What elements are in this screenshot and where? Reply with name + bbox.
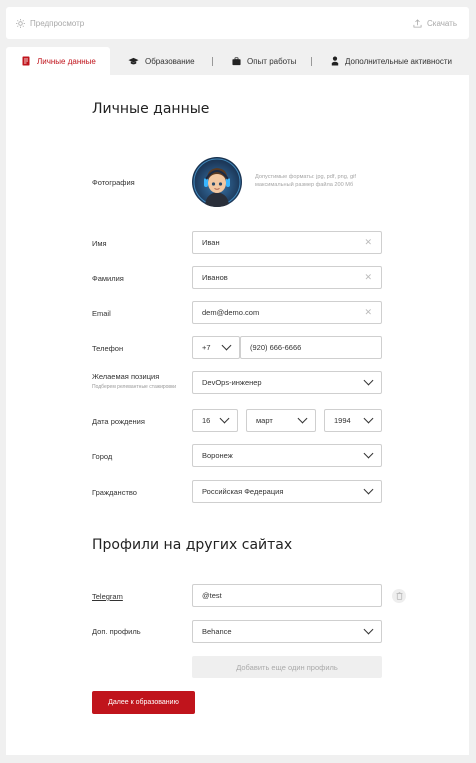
citizenship-select[interactable]: Российская Федерация	[192, 480, 382, 503]
last-name-value: Иванов	[202, 273, 228, 282]
preview-button[interactable]: Предпросмотр	[16, 7, 84, 39]
tab-divider	[212, 57, 213, 66]
tab-label: Опыт работы	[247, 56, 297, 66]
photo-hint: Допустимые форматы: jpg, pdf, png, gif м…	[255, 174, 356, 188]
tab-label: Дополнительные активности	[345, 56, 452, 66]
chevron-down-icon	[363, 448, 374, 459]
extra-profile-label: Доп. профиль	[92, 627, 141, 636]
email-field[interactable]: dem@demo.com ✕	[192, 301, 382, 324]
email-value: dem@demo.com	[202, 308, 260, 317]
phone-code-value: +7	[202, 343, 211, 352]
chevron-down-icon	[363, 375, 374, 386]
form-card: Личные данные Фотография Допустимые форм…	[6, 75, 469, 755]
birth-day-value: 16	[202, 416, 211, 425]
chevron-down-icon	[363, 413, 374, 424]
phone-code-select[interactable]: +7	[192, 336, 240, 359]
birth-month-select[interactable]: март	[246, 409, 316, 432]
position-value: DevOps-инженер	[202, 378, 262, 387]
tab-bar: Личные данные Образование Опыт работы До…	[6, 47, 469, 75]
citizenship-label: Гражданство	[92, 488, 137, 497]
photo-label: Фотография	[92, 178, 135, 187]
birth-day-select[interactable]: 16	[192, 409, 238, 432]
first-name-value: Иван	[202, 238, 220, 247]
clear-icon[interactable]: ✕	[364, 307, 372, 318]
first-name-label: Имя	[92, 239, 107, 248]
briefcase-icon	[232, 56, 241, 66]
tab-personal-data[interactable]: Личные данные	[6, 47, 110, 75]
section-title-profiles: Профили на других сайтах	[92, 537, 293, 553]
chevron-down-icon	[363, 484, 374, 495]
download-button[interactable]: Скачать	[413, 7, 457, 39]
top-bar: Предпросмотр Скачать	[6, 7, 469, 39]
person-badge-icon	[331, 56, 339, 66]
extra-profile-value: Behance	[202, 627, 232, 636]
birth-year-value: 1994	[334, 416, 351, 425]
download-label: Скачать	[427, 18, 457, 28]
document-icon	[22, 56, 31, 66]
tab-label: Образование	[145, 56, 195, 66]
clear-icon[interactable]: ✕	[364, 272, 372, 283]
phone-label: Телефон	[92, 344, 124, 353]
clear-icon[interactable]: ✕	[364, 237, 372, 248]
last-name-label: Фамилия	[92, 274, 124, 283]
telegram-label[interactable]: Telegram	[92, 592, 123, 601]
telegram-value: @test	[202, 591, 222, 600]
city-label: Город	[92, 452, 113, 461]
birth-year-select[interactable]: 1994	[324, 409, 382, 432]
city-value: Воронеж	[202, 451, 233, 460]
chevron-down-icon	[297, 413, 308, 424]
first-name-field[interactable]: Иван ✕	[192, 231, 382, 254]
trash-icon	[396, 592, 403, 600]
avatar[interactable]	[192, 157, 242, 207]
section-title-personal: Личные данные	[92, 101, 210, 117]
tab-extra-activities[interactable]: Дополнительные активности	[331, 47, 452, 75]
tab-divider	[311, 57, 312, 66]
phone-field[interactable]: (920) 666-6666	[240, 336, 382, 359]
city-select[interactable]: Воронеж	[192, 444, 382, 467]
birth-month-value: март	[256, 416, 273, 425]
chevron-down-icon	[363, 624, 374, 635]
phone-value: (920) 666-6666	[250, 343, 302, 352]
tab-education[interactable]: Образование	[128, 47, 195, 75]
add-profile-button[interactable]: Добавить еще один профиль	[192, 656, 382, 678]
position-label: Желаемая позиция	[92, 372, 160, 381]
sun-icon	[16, 18, 25, 28]
position-hint: Подберем релевантные стажировки	[92, 384, 177, 390]
delete-profile-button[interactable]	[392, 589, 406, 603]
citizenship-value: Российская Федерация	[202, 487, 284, 496]
extra-profile-select[interactable]: Behance	[192, 620, 382, 643]
email-label: Email	[92, 309, 111, 318]
last-name-field[interactable]: Иванов ✕	[192, 266, 382, 289]
preview-label: Предпросмотр	[30, 18, 85, 28]
tab-work-experience[interactable]: Опыт работы	[232, 47, 296, 75]
chevron-down-icon	[221, 340, 232, 351]
upload-icon	[413, 18, 422, 28]
graduation-cap-icon	[128, 57, 139, 66]
next-to-education-button[interactable]: Далее к образованию	[92, 691, 195, 714]
tab-label: Личные данные	[37, 56, 96, 66]
chevron-down-icon	[219, 413, 230, 424]
birth-date-label: Дата рождения	[92, 417, 145, 426]
position-select[interactable]: DevOps-инженер	[192, 371, 382, 394]
telegram-field[interactable]: @test	[192, 584, 382, 607]
